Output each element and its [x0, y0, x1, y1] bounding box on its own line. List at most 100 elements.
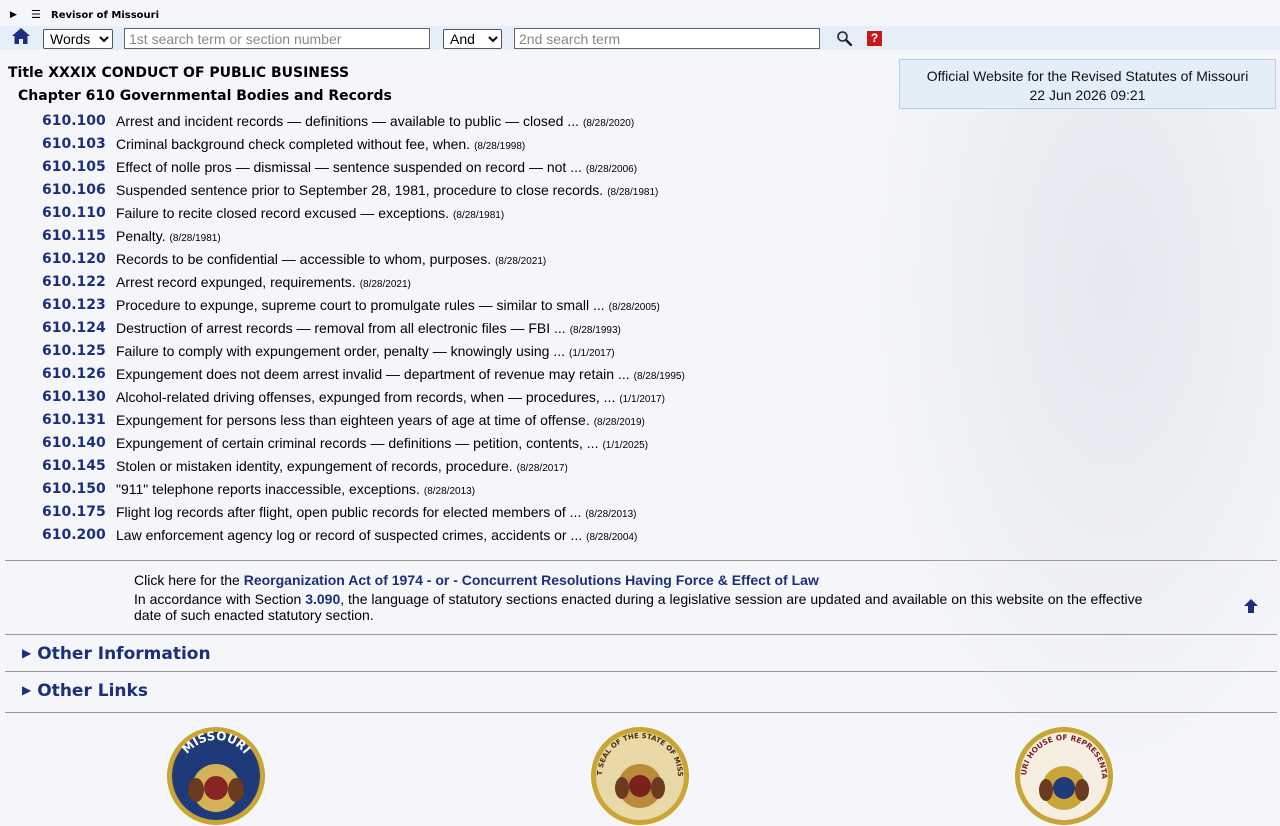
section-effective-date: (8/28/2006) — [585, 164, 638, 175]
section-effective-date: (8/28/2017) — [516, 463, 568, 474]
home-icon[interactable] — [11, 27, 31, 45]
section-number-link[interactable]: 610.150 — [42, 481, 106, 497]
official-website-label: Official Website for the Revised Statute… — [926, 68, 1249, 84]
search-bar: Words And ? — [0, 26, 1280, 50]
section-number-link[interactable]: 610.120 — [42, 251, 106, 267]
reorg-separator: - or - — [422, 572, 462, 588]
search-term-2-input[interactable] — [514, 28, 820, 49]
section-title: "911" telephone reports inaccessible, ex… — [116, 481, 420, 497]
section-number-link[interactable]: 610.126 — [42, 366, 106, 382]
section-description: "911" telephone reports inaccessible, ex… — [116, 481, 475, 497]
section-effective-date: (8/28/1981) — [453, 210, 505, 221]
divider — [5, 712, 1277, 713]
section-number-link[interactable]: 610.175 — [42, 504, 106, 520]
section-row: 610.105 Effect of nolle pros — dismissal … — [0, 156, 900, 179]
section-title: Expungement does not deem arrest invalid… — [116, 366, 630, 382]
section-description: Arrest and incident records — definition… — [116, 113, 634, 129]
official-website-box: Official Website for the Revised Statute… — [899, 59, 1276, 109]
current-datetime: 22 Jun 2026 09:21 — [1029, 87, 1146, 103]
other-links-toggle[interactable]: ▶ Other Links — [22, 681, 148, 701]
section-effective-date: (8/28/1995) — [633, 371, 685, 382]
section-row: 610.126 Expungement does not deem arrest … — [0, 363, 900, 386]
section-number-link[interactable]: 610.200 — [42, 527, 106, 543]
section-title: Arrest and incident records — definition… — [116, 113, 580, 129]
section-title: Failure to comply with expungement order… — [116, 343, 566, 359]
section-description: Flight log records after flight, open pu… — [116, 504, 637, 520]
section-effective-date: (1/1/2025) — [602, 440, 649, 451]
section-row: 610.122 Arrest record expunged, requireme… — [0, 271, 900, 294]
section-effective-date: (8/28/2013) — [423, 486, 476, 497]
connector-select[interactable]: And — [443, 29, 502, 49]
section-number-link[interactable]: 610.115 — [42, 228, 106, 244]
section-row: 610.123 Procedure to expunge, supreme cou… — [0, 294, 900, 317]
divider — [5, 634, 1277, 635]
section-number-link[interactable]: 610.103 — [42, 136, 106, 152]
divider — [5, 560, 1277, 561]
menu-icon[interactable]: ☰ — [31, 8, 41, 21]
state-great-seal-logo[interactable]: GREAT SEAL OF THE STATE OF MISSOURI — [590, 726, 690, 826]
section-description: Expungement does not deem arrest invalid… — [116, 366, 685, 382]
search-icon[interactable] — [836, 30, 852, 46]
section-number-link[interactable]: 610.123 — [42, 297, 106, 313]
section-number-link[interactable]: 610.125 — [42, 343, 106, 359]
section-effective-date: (8/28/2019) — [593, 417, 645, 428]
section-number-link[interactable]: 610.131 — [42, 412, 106, 428]
house-of-representatives-seal-logo[interactable]: MISSOURI HOUSE OF REPRESENTATIVES — [1014, 726, 1114, 826]
section-number-link[interactable]: 610.122 — [42, 274, 106, 290]
expand-triangle-icon[interactable]: ▶ — [10, 10, 17, 20]
section-row: 610.106 Suspended sentence prior to Septe… — [0, 179, 900, 202]
site-brand: Revisor of Missouri — [51, 10, 159, 21]
section-title: Penalty. — [116, 228, 166, 244]
section-number-link[interactable]: 610.140 — [42, 435, 106, 451]
section-title: Destruction of arrest records — removal … — [116, 320, 566, 336]
section-effective-date: (8/28/1981) — [169, 233, 221, 244]
help-icon[interactable]: ? — [867, 31, 882, 46]
section-effective-date: (1/1/2017) — [619, 394, 665, 405]
section-number-link[interactable]: 610.130 — [42, 389, 106, 405]
section-number-link[interactable]: 610.145 — [42, 458, 106, 474]
section-row: 610.131 Expungement for persons less than… — [0, 409, 900, 432]
missouri-seal-logo[interactable]: MISSOURI — [166, 726, 266, 826]
reorganization-act-link[interactable]: Reorganization Act of 1974 — [244, 572, 423, 588]
section-title: Expungement of certain criminal records … — [116, 435, 599, 451]
section-title: Procedure to expunge, supreme court to p… — [116, 297, 605, 313]
section-effective-date: (8/28/2020) — [583, 118, 635, 129]
other-information-toggle[interactable]: ▶ Other Information — [22, 644, 211, 664]
section-number-link[interactable]: 610.105 — [42, 159, 106, 175]
search-type-select[interactable]: Words — [43, 29, 113, 49]
section-title: Records to be confidential — accessible … — [116, 251, 492, 267]
section-row: 610.103 Criminal background check complet… — [0, 133, 900, 156]
section-3090-link[interactable]: 3.090 — [305, 591, 340, 607]
section-description: Arrest record expunged, requirements. (8/… — [116, 274, 411, 290]
section-row: 610.130 Alcohol-related driving offenses,… — [0, 386, 900, 409]
section-effective-date: (8/28/2005) — [608, 302, 660, 313]
section-number-link[interactable]: 610.100 — [42, 113, 106, 129]
section-effective-date: (8/28/2004) — [586, 532, 638, 543]
section-effective-date: (8/28/1998) — [474, 141, 526, 152]
section-description: Penalty. (8/28/1981) — [116, 228, 221, 244]
section-description: Failure to comply with expungement order… — [116, 343, 615, 359]
section-row: 610.120 Records to be confidential — acce… — [0, 248, 900, 271]
section-description: Expungement of certain criminal records … — [116, 435, 648, 451]
section-description: Law enforcement agency log or record of … — [116, 527, 637, 543]
section-title: Effect of nolle pros — dismissal — sente… — [116, 159, 582, 175]
section-description: Failure to recite closed record excused … — [116, 205, 504, 221]
search-term-1-input[interactable] — [124, 28, 430, 49]
concurrent-resolutions-link[interactable]: Concurrent Resolutions Having Force & Ef… — [462, 572, 819, 588]
section-row: 610.125 Failure to comply with expungemen… — [0, 340, 900, 363]
section-number-link[interactable]: 610.110 — [42, 205, 106, 221]
chapter-heading: Chapter 610 Governmental Bodies and Reco… — [18, 88, 392, 104]
section-row: 610.200 Law enforcement agency log or rec… — [0, 524, 900, 547]
section-number-link[interactable]: 610.124 — [42, 320, 106, 336]
section-title: Suspended sentence prior to September 28… — [116, 182, 604, 198]
section-title: Alcohol-related driving offenses, expung… — [116, 389, 616, 405]
section-description: Expungement for persons less than eighte… — [116, 412, 645, 428]
section-number-link[interactable]: 610.106 — [42, 182, 106, 198]
section-effective-date: (8/28/2013) — [585, 509, 637, 520]
section-title: Flight log records after flight, open pu… — [116, 504, 582, 520]
section-title: Stolen or mistaken identity, expungement… — [116, 458, 513, 474]
section-title: Failure to recite closed record excused … — [116, 205, 450, 221]
back-to-top-icon[interactable] — [1243, 598, 1259, 614]
section-row: 610.140 Expungement of certain criminal r… — [0, 432, 900, 455]
background-capitol-image — [860, 60, 1280, 800]
